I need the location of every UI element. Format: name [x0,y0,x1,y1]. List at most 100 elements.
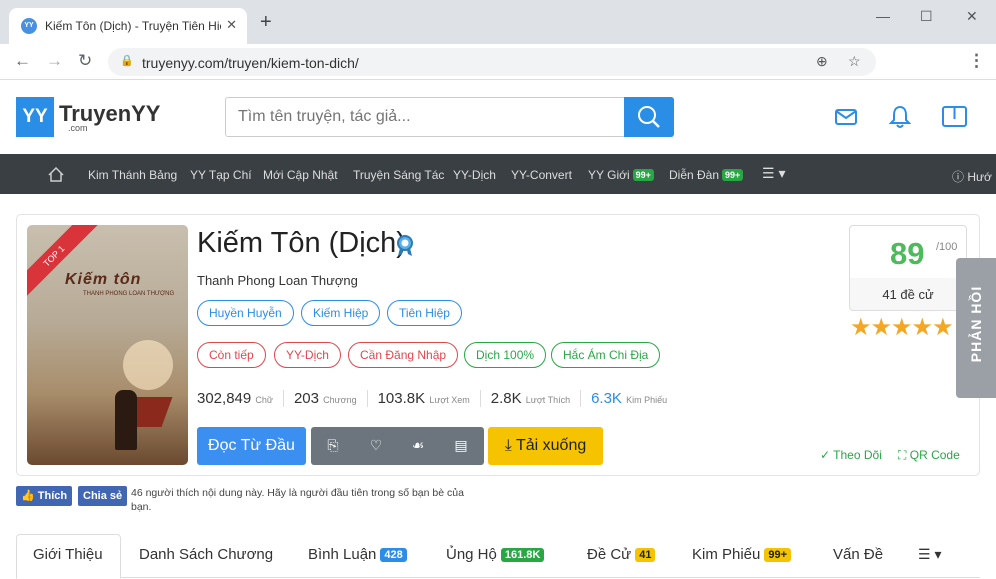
fb-like-button[interactable]: 👍 Thích [16,486,73,506]
download-icon: ⤓ [504,437,516,454]
browser-tab[interactable]: YY Kiếm Tôn (Dịch) - Truyện Tiên Hiệp ✕ [9,8,247,44]
feedback-tab[interactable]: PHẢN HỒI [956,258,996,398]
maximize-icon[interactable]: ☐ [920,8,933,25]
logo-mark: YY [16,97,54,137]
site-favicon-icon: YY [21,18,37,34]
status-tag[interactable]: Cần Đăng Nhập [348,342,459,368]
site-logo[interactable]: YY TruyenYY .com [16,97,160,137]
qrcode-link[interactable]: ⛶ QR Code [898,448,960,463]
score-box: 89 /100 41 đề cử [849,225,967,311]
menu-help-label: Hướ [967,170,992,184]
close-window-icon[interactable]: ✕ [966,8,978,25]
tab-kimphieu-label: Kim Phiếu [692,546,761,563]
gift-hand-icon[interactable]: ☙ [408,437,428,454]
tab-support-badge: 161.8K [500,548,545,562]
tab-issues[interactable]: Vấn Đề [833,546,883,563]
stat-likes: 2.8K [490,390,522,407]
menu-dien-dan-label: Diễn Đàn [669,168,720,182]
stat-likes-label: Lượt Thích [525,395,571,405]
menu-item-dien-dan[interactable]: Diễn Đàn 99+ [669,168,744,182]
award-medal-icon [397,235,413,256]
address-bar[interactable]: 🔒 truyenyy.com/truyen/kiem-ton-dich/ ⊕ ☆ [108,48,876,76]
tab-nominate[interactable]: Đề Cử 41 [587,546,656,563]
menu-help[interactable]: ⓘ Hướ [952,168,992,185]
read-from-start-button[interactable]: Đọc Từ Đầu [197,427,306,465]
book-author[interactable]: Thanh Phong Loan Thượng [197,273,358,288]
download-button[interactable]: ⤓ Tải xuống [488,427,603,465]
status-tag[interactable]: Còn tiếp [197,342,266,368]
cover-ribbon: TOP 1 [27,225,100,302]
tab-title: Kiếm Tôn (Dịch) - Truyện Tiên Hiệp [45,19,221,33]
logo-sub: .com [68,123,88,133]
logo-name: TruyenYY [59,101,161,126]
close-tab-icon[interactable]: ✕ [226,17,237,33]
tab-nominate-label: Đề Cử [587,546,632,563]
home-icon[interactable] [48,167,64,182]
bell-icon[interactable] [889,105,911,129]
tab-nominate-badge: 41 [635,548,656,562]
status-tag[interactable]: YY-Dịch [274,342,341,368]
browser-menu-icon[interactable]: ⋮ [968,51,985,71]
rating-stars[interactable]: ★★★★★ [850,313,954,342]
menu-more-icon[interactable]: ☰ ▾ [762,165,785,182]
menu-item-sang-tac[interactable]: Truyện Sáng Tác [353,168,444,182]
menu-item-yy-dich[interactable]: YY-Dịch [453,168,496,182]
book-icon[interactable] [942,105,967,129]
stat-chars: 302,849 [197,390,252,407]
check-icon: ✓ [820,448,834,462]
menu-gioi-badge: 99+ [632,169,654,181]
menu-item-tap-chi[interactable]: YY Tạp Chí [190,168,252,182]
bookmark-star-icon[interactable]: ☆ [848,53,861,70]
menu-item-kim-thanh-bang[interactable]: Kim Thánh Bảng [88,168,177,182]
main-menu: Kim Thánh Bảng YY Tạp Chí Mới Cập Nhật T… [0,154,996,194]
feedback-label: PHẢN HỒI [968,285,984,363]
heart-icon[interactable]: ♡ [366,437,386,454]
follow-link[interactable]: ✓ Theo Dõi [820,448,882,462]
tab-kimphieu[interactable]: Kim Phiếu 99+ [692,546,792,563]
menu-item-moi-cap-nhat[interactable]: Mới Cập Nhật [263,168,338,182]
back-icon[interactable]: ← [14,51,31,71]
book-cover[interactable]: TOP 1 Kiếm tôn THANH PHONG LOAN THƯỢNG [27,225,188,465]
tab-support-label: Ủng Hộ [446,546,497,563]
reload-icon[interactable]: ↻ [78,51,92,71]
search-input[interactable] [238,108,618,126]
stat-views: 103.8K [377,390,426,407]
score-value: 89 [890,236,925,271]
search-box [225,97,674,137]
ticket-icon[interactable]: ▤ [451,437,471,454]
tab-comments-label: Bình Luận [308,546,377,563]
mail-icon[interactable] [835,107,857,127]
url-text: truyenyy.com/truyen/kiem-ton-dich/ [142,55,359,71]
menu-item-yy-gioi[interactable]: YY Giới 99+ [588,168,654,182]
tab-kimphieu-badge: 99+ [764,548,792,562]
tab-comments-badge: 428 [380,548,407,562]
new-tab-icon[interactable]: + [260,12,272,32]
stat-votes: 6.3K [591,390,622,407]
forward-icon[interactable]: → [46,51,63,71]
search-button[interactable] [624,97,674,137]
cover-sun [123,340,173,390]
menu-item-yy-convert[interactable]: YY-Convert [511,168,572,182]
tabs-more-icon[interactable]: ☰ ▾ [918,546,941,563]
status-tag[interactable]: Hắc Ám Chi Địa [551,342,661,368]
genre-tag[interactable]: Huyền Huyễn [197,300,294,326]
action-button-group: ⎘ ♡ ☙ ▤ [311,427,484,465]
search-icon [638,106,660,128]
genre-tag[interactable]: Tiên Hiệp [387,300,462,326]
cover-author: THANH PHONG LOAN THƯỢNG [83,291,175,297]
tab-chapters[interactable]: Danh Sách Chương [139,546,273,563]
download-label: Tải xuống [515,437,587,454]
tab-intro[interactable]: Giới Thiệu [33,546,103,563]
add-icon[interactable]: ⊕ [816,53,828,70]
tab-comments[interactable]: Bình Luận 428 [308,546,407,563]
fb-share-button[interactable]: Chia sẻ [78,486,128,506]
browser-toolbar: ← → ↻ 🔒 truyenyy.com/truyen/kiem-ton-dic… [0,44,996,118]
menu-dien-dan-badge: 99+ [722,169,744,181]
lock-icon: 🔒 [120,55,134,67]
genre-tag[interactable]: Kiếm Hiệp [301,300,381,326]
minimize-icon[interactable]: — [876,8,890,24]
tab-support[interactable]: Ủng Hộ 161.8K [446,546,545,563]
fb-like-label: Thích [37,490,68,502]
status-tag[interactable]: Dịch 100% [464,342,547,368]
bookmark-icon[interactable]: ⎘ [323,437,343,454]
